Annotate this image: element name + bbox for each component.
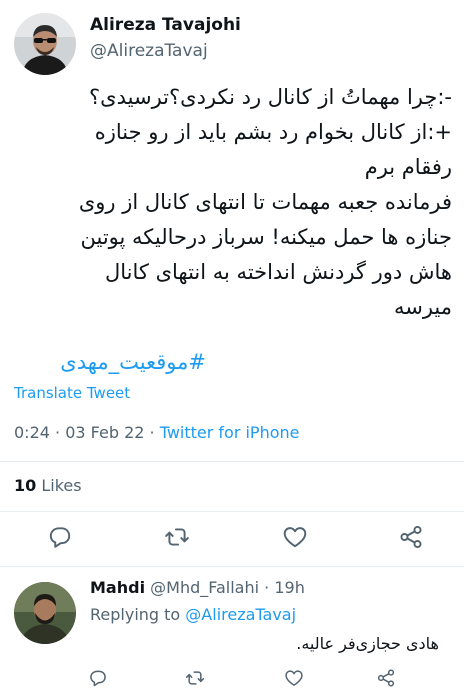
divider [0, 461, 464, 462]
reply-time[interactable]: 19h [274, 578, 305, 597]
author-handle[interactable]: @AlirezaTavaj [90, 39, 241, 63]
tweet-meta: 0:24 · 03 Feb 22 · Twitter for iPhone [14, 423, 300, 442]
meta-separator: · [55, 423, 66, 442]
retweet-icon[interactable] [164, 524, 190, 550]
like-icon[interactable] [282, 524, 308, 550]
tweet-source-link[interactable]: Twitter for iPhone [160, 423, 300, 442]
tweet-line: هاش دور گردنش انداخته به انتهای کانال [105, 260, 452, 284]
tweet-time: 0:24 [14, 423, 50, 442]
tweet-line: فرمانده جعبه مهمات تا انتهای کانال از رو… [78, 190, 452, 214]
reply-author-avatar[interactable] [14, 582, 76, 644]
reply-author-name[interactable]: Mahdi [90, 578, 145, 597]
likes-label: Likes [41, 476, 82, 495]
tweet-line: رفقام برم [364, 155, 452, 179]
meta-separator: · [149, 423, 160, 442]
reply-text: هادی حجازی‌فر عالیه. [296, 634, 439, 653]
reply-action-bar [0, 668, 464, 692]
reply-author-handle[interactable]: @Mhd_Fallahi [150, 578, 259, 597]
tweet-date[interactable]: 03 Feb 22 [65, 423, 144, 442]
retweet-icon[interactable] [185, 668, 205, 688]
translate-tweet-link[interactable]: Translate Tweet [14, 384, 130, 402]
likes-number: 10 [14, 476, 37, 495]
tweet-line: میرسه [393, 295, 452, 319]
tweet-text: -:چرا مهماتُ از کانال رد نکردی؟ترسیدی؟ +… [12, 80, 452, 325]
reply-icon[interactable] [88, 668, 108, 688]
divider [0, 511, 464, 512]
replying-mention-link[interactable]: @AlirezaTavaj [185, 605, 296, 624]
replying-to: Replying to @AlirezaTavaj [90, 605, 296, 624]
tweet-action-bar [0, 524, 464, 554]
divider [0, 566, 464, 567]
replying-label: Replying to [90, 605, 181, 624]
reply-icon[interactable] [47, 524, 73, 550]
tweet-line: -:چرا مهماتُ از کانال رد نکردی؟ترسیدی؟ [89, 85, 452, 109]
meta-separator: · [264, 578, 270, 597]
reply-header: Mahdi @Mhd_Fallahi · 19h [90, 578, 305, 597]
tweet-line: +:از کانال بخوام رد بشم باید از رو جنازه [94, 120, 452, 144]
like-icon[interactable] [284, 668, 304, 688]
share-icon[interactable] [376, 668, 396, 688]
likes-count[interactable]: 10 Likes [14, 476, 82, 495]
tweet-line: جنازه ها حمل میکنه! سرباز درحالیکه پوتین [80, 225, 453, 249]
author-name[interactable]: Alireza Tavajohi [90, 14, 241, 36]
author-avatar[interactable] [14, 13, 76, 75]
share-icon[interactable] [398, 524, 424, 550]
hashtag-link[interactable]: #موقعیت_مهدی [60, 346, 206, 378]
